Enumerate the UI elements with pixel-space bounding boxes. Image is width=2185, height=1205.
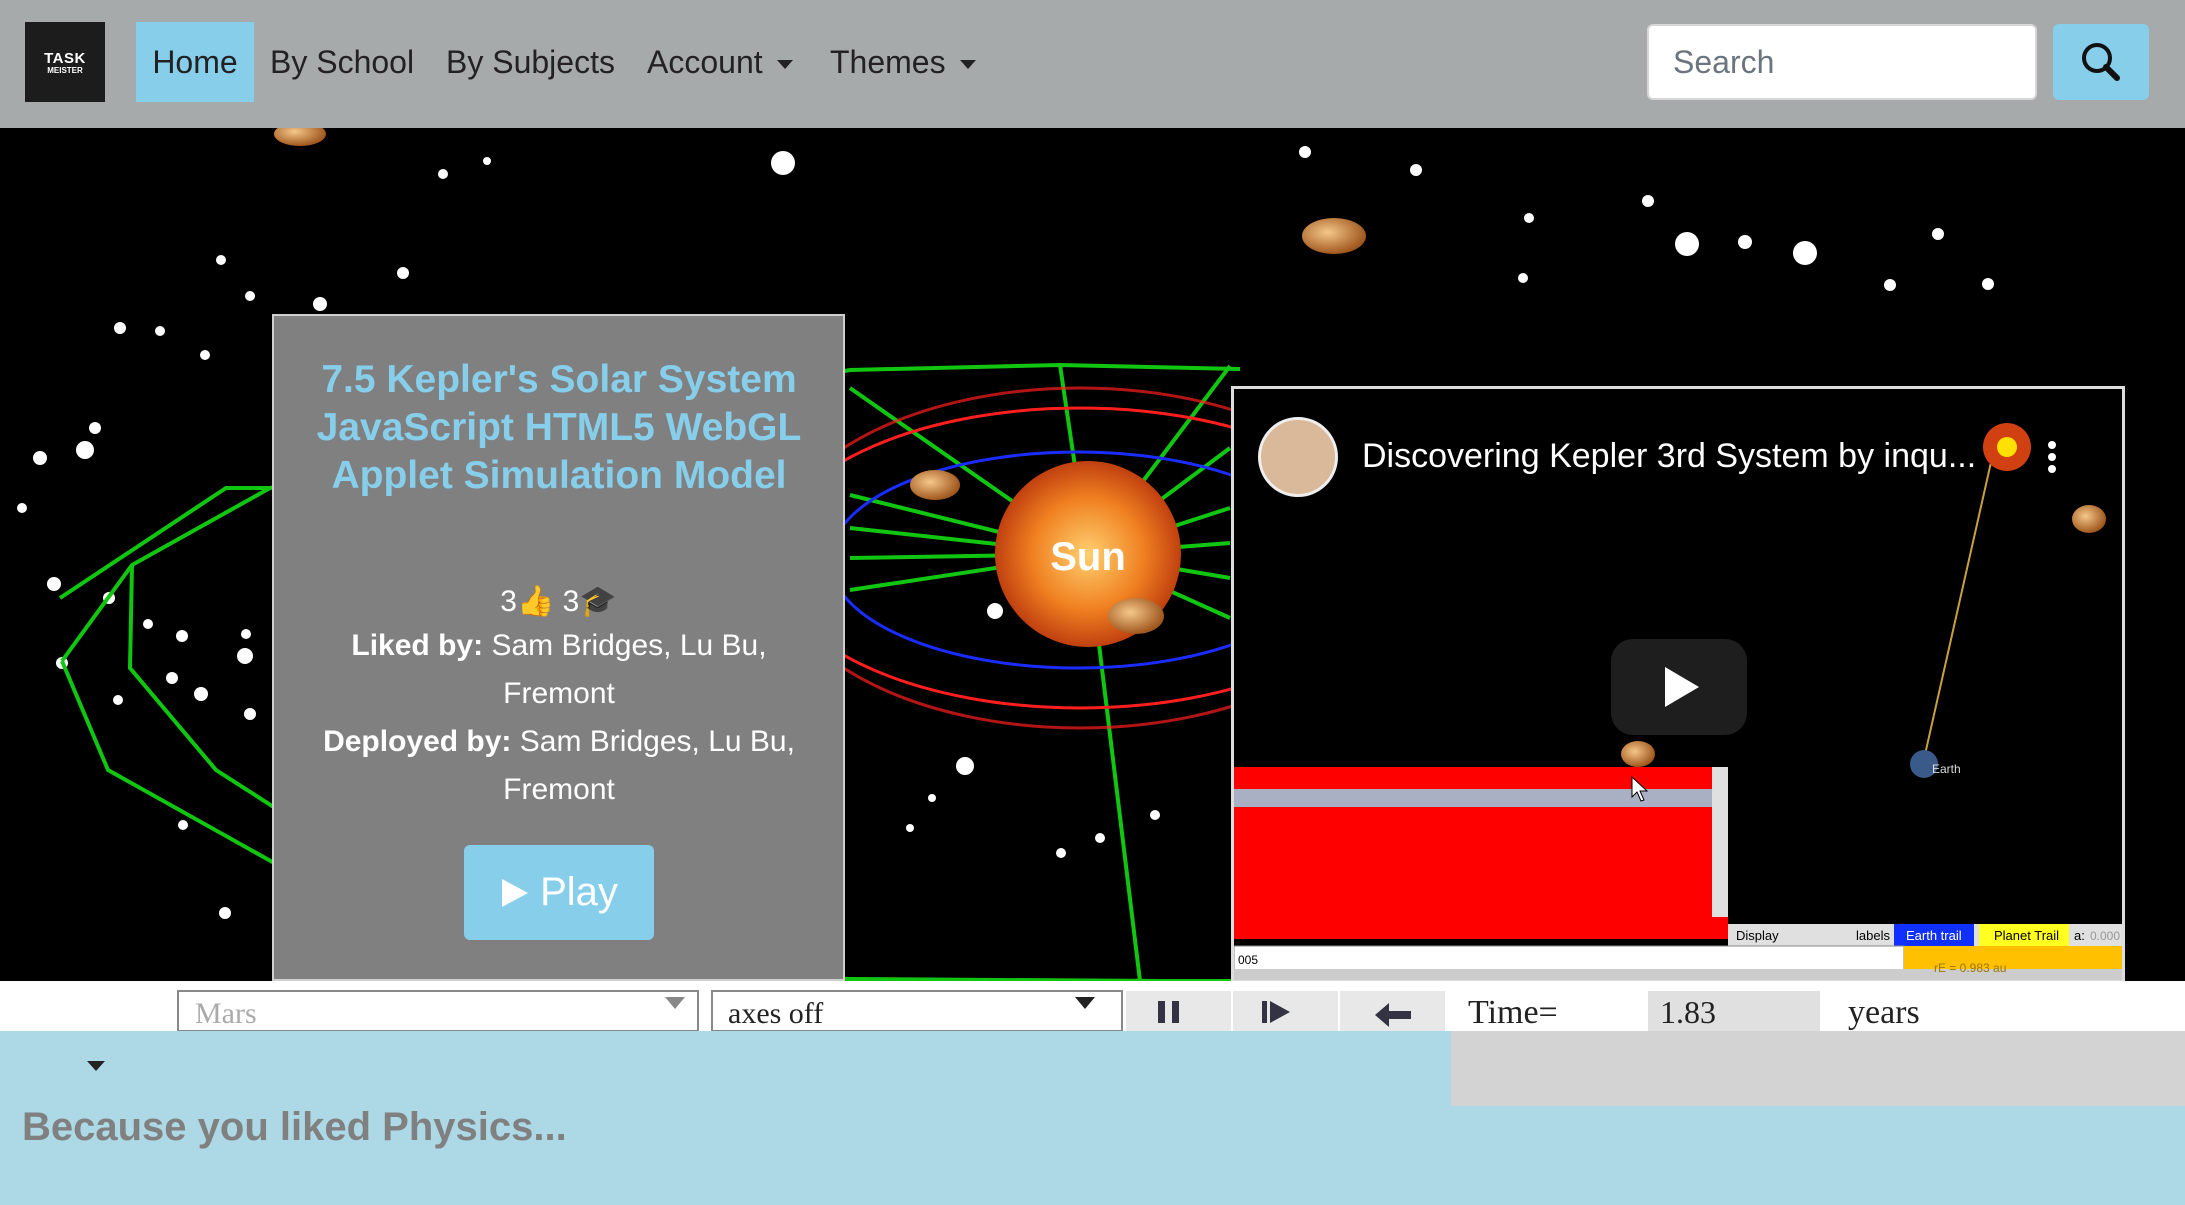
nav-by-subjects[interactable]: By Subjects [446,22,615,102]
navbar: TASK MEISTER Home By School By Subjects … [0,0,2185,128]
nav-account-label: Account [647,44,763,80]
more-options-icon[interactable] [2042,437,2062,477]
hero-carousel: Sun 7.5 Kepler's Solar System JavaScript… [0,128,2185,981]
play-icon [502,879,529,907]
search-input[interactable] [1647,24,2037,100]
play-label: Play [540,870,618,914]
deploy-icon: 🎓 [579,585,617,618]
labels-checkbox-label: labels [1856,928,1890,943]
nav-home-label: Home [152,44,238,80]
card-stats: 3👍 3🎓 [274,578,843,626]
liked-by: Liked by: Sam Bridges, Lu Bu, Fremont [314,622,804,718]
search-icon [2082,43,2120,81]
axes-select-value[interactable]: axes off [728,997,823,1030]
chevron-down-icon[interactable] [87,1061,105,1071]
simulation-controls: Mars axes off Time= 1.83 years [0,981,2185,1031]
planet [274,128,326,146]
search-button[interactable] [2053,24,2149,100]
a-value: 0.000 [2090,929,2120,943]
planet [910,470,960,500]
side-panel [1451,1031,2185,1106]
re-value: rE = 0.983 au [1934,961,2006,975]
simulation-card: 7.5 Kepler's Solar System JavaScript HTM… [272,314,845,981]
earth-trail-label: Earth trail [1906,928,1962,943]
nav-themes-label: Themes [830,44,946,80]
taskmeister-logo[interactable]: TASK MEISTER [25,22,105,102]
thumbs-up-icon: 👍 [516,585,555,618]
nav-home[interactable]: Home [136,22,254,102]
nav-by-school-label: By School [270,44,415,80]
nav-by-school[interactable]: By School [270,22,414,102]
channel-avatar[interactable] [1258,417,1338,497]
play-button[interactable]: Play [464,845,654,940]
youtube-play-icon[interactable] [1611,639,1747,735]
deployed-by: Deployed by: Sam Bridges, Lu Bu, Fremont [314,718,804,814]
chevron-down-icon [776,60,793,70]
time-label: Time= [1468,994,1558,1031]
logo-subtext: MEISTER [47,66,83,75]
time-unit: years [1848,994,1920,1031]
time-value: 1.83 [1660,994,1716,1030]
deployed-by-label: Deployed by: [323,725,512,758]
video-embed[interactable]: Display labels Earth trail Planet Trail … [1231,386,2125,981]
planet-select-value[interactable]: Mars [195,997,257,1030]
nav-by-subjects-label: By Subjects [446,44,615,80]
likes-count: 3 [500,585,517,618]
planet-trail-label: Planet Trail [1994,928,2059,943]
card-title[interactable]: 7.5 Kepler's Solar System JavaScript HTM… [294,356,824,500]
planet [1108,598,1164,634]
earth-label: Earth [1932,762,1961,776]
panel-input-value: 005 [1238,953,1258,967]
controls-strip: Mars axes off Time= 1.83 years [177,990,1920,1031]
display-label: Display [1736,928,1779,943]
logo-text: TASK [44,50,86,67]
nav-themes-dropdown[interactable]: Themes [830,22,976,102]
sun-label: Sun [1050,535,1126,579]
chevron-down-icon [959,60,976,70]
recommendation-heading: Because you liked Physics... [22,1105,567,1149]
deployed-by-names: Sam Bridges, Lu Bu, Fremont [503,725,795,806]
a-label: a: [2074,928,2085,943]
liked-by-label: Liked by: [351,629,484,662]
video-title[interactable]: Discovering Kepler 3rd System by inqu... [1362,437,2002,476]
jupiter-planet [1302,218,1366,254]
deploys-count: 3 [562,585,580,618]
liked-by-names: Sam Bridges, Lu Bu, Fremont [491,629,767,710]
nav-account-dropdown[interactable]: Account [647,22,793,102]
